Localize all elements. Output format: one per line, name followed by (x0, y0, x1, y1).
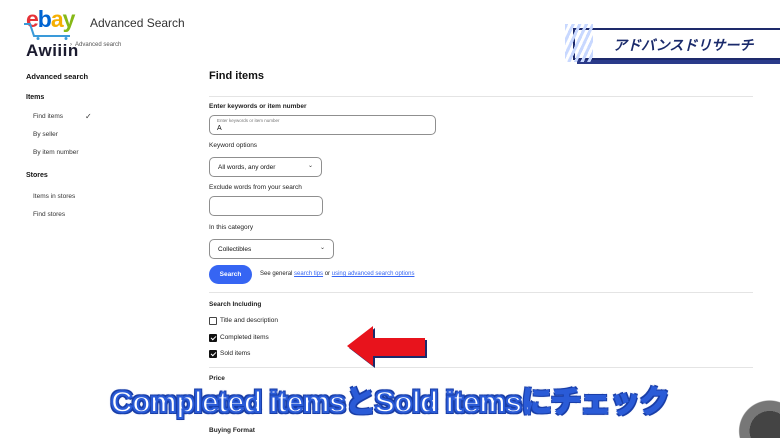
sidebar: Advanced search Items Find items ✓ By se… (26, 72, 166, 229)
shopping-cart-icon (24, 23, 70, 40)
keywords-placeholder: Enter keywords or item number (217, 118, 280, 123)
sidebar-item-items-in-stores[interactable]: Items in stores (33, 193, 166, 200)
checkmark-icon: ✓ (85, 112, 92, 121)
divider (209, 367, 753, 368)
sidebar-item-find-stores[interactable]: Find stores (33, 211, 166, 218)
exclude-words-label: Exclude words from your search (209, 184, 302, 191)
page-title: Find items (209, 70, 265, 82)
sidebar-item-by-seller[interactable]: By seller (33, 131, 166, 138)
caption-text: Completed itemsとSold itemsにチェック (110, 385, 670, 420)
title-description-label: Title and description (220, 317, 278, 324)
completed-items-label: Completed items (220, 334, 269, 341)
keywords-value: A (217, 125, 222, 132)
divider (209, 96, 753, 97)
keywords-input[interactable]: Enter keywords or item number A (209, 115, 436, 135)
keywords-label: Enter keywords or item number (209, 103, 307, 110)
sidebar-item-label: Find items (33, 113, 63, 120)
keyword-options-value: All words, any order (218, 164, 276, 171)
left-arrow-icon (347, 326, 427, 368)
sidebar-section-items: Items (26, 94, 45, 101)
ebay-awiiin-logo[interactable]: ebay Awiiin (14, 4, 84, 60)
breadcrumb[interactable]: › Advanced search (70, 42, 121, 48)
sidebar-section-stores: Stores (26, 172, 48, 179)
chevron-down-icon: ⌄ (307, 163, 313, 169)
title-banner: アドバンスドリサーチ (565, 24, 780, 62)
keyword-options-label: Keyword options (209, 142, 258, 149)
buying-format-label: Buying Format (209, 427, 255, 434)
sidebar-title: Advanced search (26, 72, 89, 81)
divider (209, 292, 753, 293)
banner-text: アドバンスドリサーチ (613, 37, 754, 53)
keyword-options-select[interactable]: All words, any order ⌄ (209, 157, 322, 177)
chevron-down-icon: ⌄ (319, 245, 325, 251)
tips-prefix: See general (260, 271, 293, 277)
exclude-words-input[interactable] (209, 196, 323, 216)
search-tips-link[interactable]: search tips (294, 271, 323, 277)
app-title: Advanced Search (90, 16, 185, 30)
category-value: Collectibles (218, 246, 252, 253)
advanced-search-options-link[interactable]: using advanced search options (332, 271, 415, 277)
tips-or: or (324, 271, 331, 277)
main-panel: Find items Enter keywords or item number… (209, 70, 753, 434)
sidebar-item-by-item-number[interactable]: By item number (33, 149, 166, 156)
completed-items-checkbox[interactable] (209, 334, 217, 342)
search-button[interactable]: Search (209, 265, 252, 284)
breadcrumb-item[interactable]: Advanced search (75, 42, 121, 48)
breadcrumb-separator-icon: › (70, 42, 72, 48)
corner-decoration (728, 368, 780, 438)
category-label: In this category (209, 224, 254, 231)
sidebar-item-find-items[interactable]: Find items ✓ (33, 112, 166, 121)
banner-stripes-decoration (565, 24, 593, 62)
sold-items-checkbox[interactable] (209, 350, 217, 358)
sold-items-label: Sold items (220, 350, 251, 357)
search-including-label: Search Including (209, 301, 262, 308)
category-select[interactable]: Collectibles ⌄ (209, 239, 334, 259)
title-description-checkbox[interactable] (209, 317, 217, 325)
search-tips-text: See general search tips or using advance… (260, 271, 414, 277)
